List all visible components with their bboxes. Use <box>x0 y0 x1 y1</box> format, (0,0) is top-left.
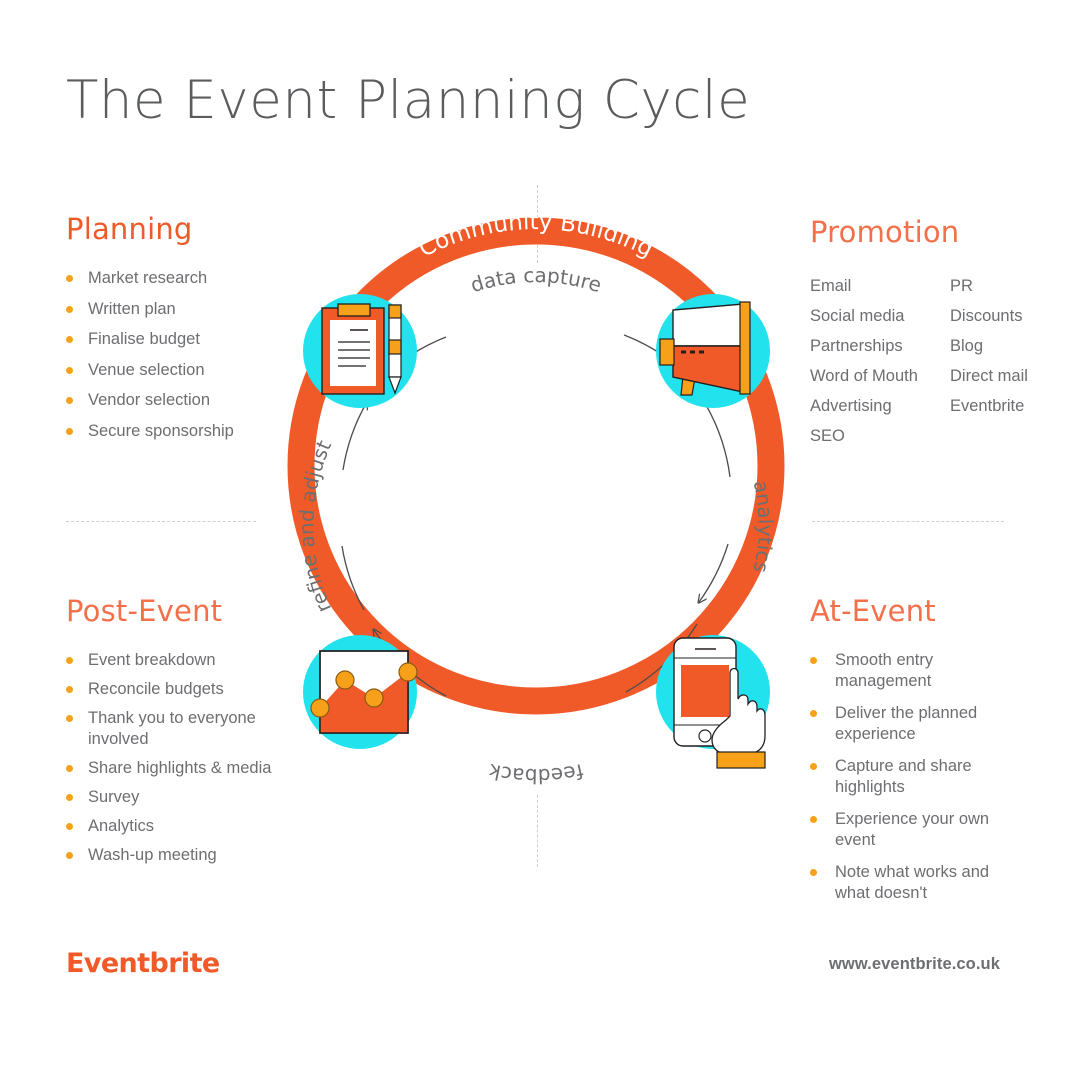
list-item: Deliver the planned experience <box>810 703 1020 745</box>
section-promotion: Promotion Email Social media Partnership… <box>810 215 1028 451</box>
at-event-list: Smooth entry management Deliver the plan… <box>810 650 1020 904</box>
bullet-dot-icon <box>66 427 73 435</box>
promotion-columns: Email Social media Partnerships Word of … <box>810 271 1028 451</box>
divider-bottom <box>537 795 538 867</box>
list-item-label: Note what works and what doesn't <box>835 863 990 902</box>
list-item-label: Analytics <box>88 817 155 835</box>
page-title: The Event Planning Cycle <box>66 70 751 131</box>
list-item: Smooth entry management <box>810 650 1020 692</box>
node-post-event[interactable] <box>303 635 418 749</box>
list-item-label: Social media <box>810 307 905 325</box>
section-post-event: Post-Event Event breakdown Reconcile bud… <box>66 594 273 874</box>
node-planning[interactable] <box>303 294 417 408</box>
list-item: Share highlights & media <box>66 758 273 779</box>
connector-right-a <box>705 404 731 478</box>
list-item-label: SEO <box>810 427 845 445</box>
list-item: Vendor selection <box>66 390 234 411</box>
section-planning: Planning Market research Written plan Fi… <box>66 212 234 451</box>
list-item-label: Wash-up meeting <box>88 846 217 864</box>
list-item: Reconcile budgets <box>66 679 273 700</box>
divider-left <box>66 521 256 522</box>
section-at-event-title: At-Event <box>810 594 936 628</box>
list-item: Finalise budget <box>66 329 234 350</box>
list-item-label: Event breakdown <box>88 651 216 669</box>
list-item-label: Vendor selection <box>88 391 211 409</box>
promotion-column-b: PR Discounts Blog Direct mail Eventbrite <box>950 271 1028 451</box>
bullet-dot-icon <box>810 869 817 876</box>
list-item-label: Thank you to everyone involved <box>88 709 256 748</box>
list-item: Experience your own event <box>810 809 1020 851</box>
list-item-label: Deliver the planned experience <box>835 704 978 743</box>
arc-label-data-capture: data capture <box>468 263 605 297</box>
site-url: www.eventbrite.co.uk <box>828 955 1000 973</box>
list-item-label: PR <box>950 277 973 295</box>
bullet-dot-icon <box>66 275 73 282</box>
list-item-label: Market research <box>88 269 208 287</box>
bullet-dot-icon <box>810 816 817 823</box>
infographic-page: The Event Planning Cycle Planning Market… <box>0 0 1070 1072</box>
connector-left-b <box>342 402 367 471</box>
list-item: Event breakdown <box>66 650 273 671</box>
list-item-label: Partnerships <box>810 337 903 355</box>
list-item-label: Venue selection <box>88 360 205 379</box>
section-at-event: At-Event Smooth entry management Deliver… <box>810 594 1020 915</box>
promotion-column-a: Email Social media Partnerships Word of … <box>810 271 934 451</box>
list-item: Capture and share highlights <box>810 756 1020 798</box>
planning-list: Market research Written plan Finalise bu… <box>66 268 234 442</box>
list-item-label: Direct mail <box>950 367 1028 385</box>
list-item-label: Smooth entry management <box>835 651 934 690</box>
list-item-label: Experience your own event <box>835 810 990 849</box>
list-item-label: Advertising <box>810 397 892 415</box>
list-item-label: Survey <box>88 788 140 806</box>
node-promotion[interactable] <box>656 294 770 408</box>
arc-label-feedback: feedback <box>486 759 585 788</box>
list-item: Secure sponsorship <box>66 421 234 442</box>
bullet-dot-icon <box>66 397 73 404</box>
divider-right <box>812 521 1004 522</box>
list-item-label: Written plan <box>88 299 176 318</box>
list-item-label: Reconcile budgets <box>88 680 224 698</box>
list-item: Written plan <box>66 299 234 320</box>
arc-label-bottom-text: feedback <box>486 759 585 788</box>
list-item: Note what works and what doesn't <box>810 862 1020 904</box>
list-item-label: Capture and share highlights <box>835 757 972 796</box>
arc-label-top-text: data capture <box>468 263 605 297</box>
bullet-dot-icon <box>66 686 73 693</box>
bullet-dot-icon <box>66 794 73 801</box>
bullet-dot-icon <box>66 657 73 664</box>
section-post-event-title: Post-Event <box>66 594 223 628</box>
list-item: Market research <box>66 268 234 289</box>
list-item-label: Share highlights & media <box>88 759 272 777</box>
eventbrite-logo: Eventbrite <box>66 948 220 979</box>
list-item-label: Discounts <box>950 307 1023 325</box>
node-at-event[interactable] <box>656 635 770 769</box>
list-item-label: Secure sponsorship <box>88 421 234 440</box>
list-item: Survey <box>66 787 273 808</box>
section-promotion-title: Promotion <box>810 215 960 249</box>
bullet-dot-icon <box>66 852 73 859</box>
section-planning-title: Planning <box>66 212 193 246</box>
list-item-label: Email <box>810 277 852 295</box>
area-chart-icon <box>310 650 418 734</box>
list-item: Wash-up meeting <box>66 845 273 866</box>
list-item: Thank you to everyone involved <box>66 708 273 750</box>
list-item: Analytics <box>66 816 273 837</box>
list-item: Venue selection <box>66 360 234 381</box>
list-item-label: Finalise budget <box>88 330 200 348</box>
bullet-dot-icon <box>66 366 73 374</box>
list-item-label: Eventbrite <box>950 397 1025 415</box>
bullet-dot-icon <box>66 823 73 830</box>
bullet-dot-icon <box>66 765 73 772</box>
list-item-label: Word of Mouth <box>810 367 918 385</box>
bullet-dot-icon <box>66 336 73 343</box>
bullet-dot-icon <box>66 305 73 313</box>
post-event-list: Event breakdown Reconcile budgets Thank … <box>66 650 273 866</box>
list-item-label: Blog <box>950 337 984 355</box>
event-cycle-diagram: Community Building data capture analytic… <box>287 209 785 788</box>
bullet-dot-icon <box>66 715 73 722</box>
